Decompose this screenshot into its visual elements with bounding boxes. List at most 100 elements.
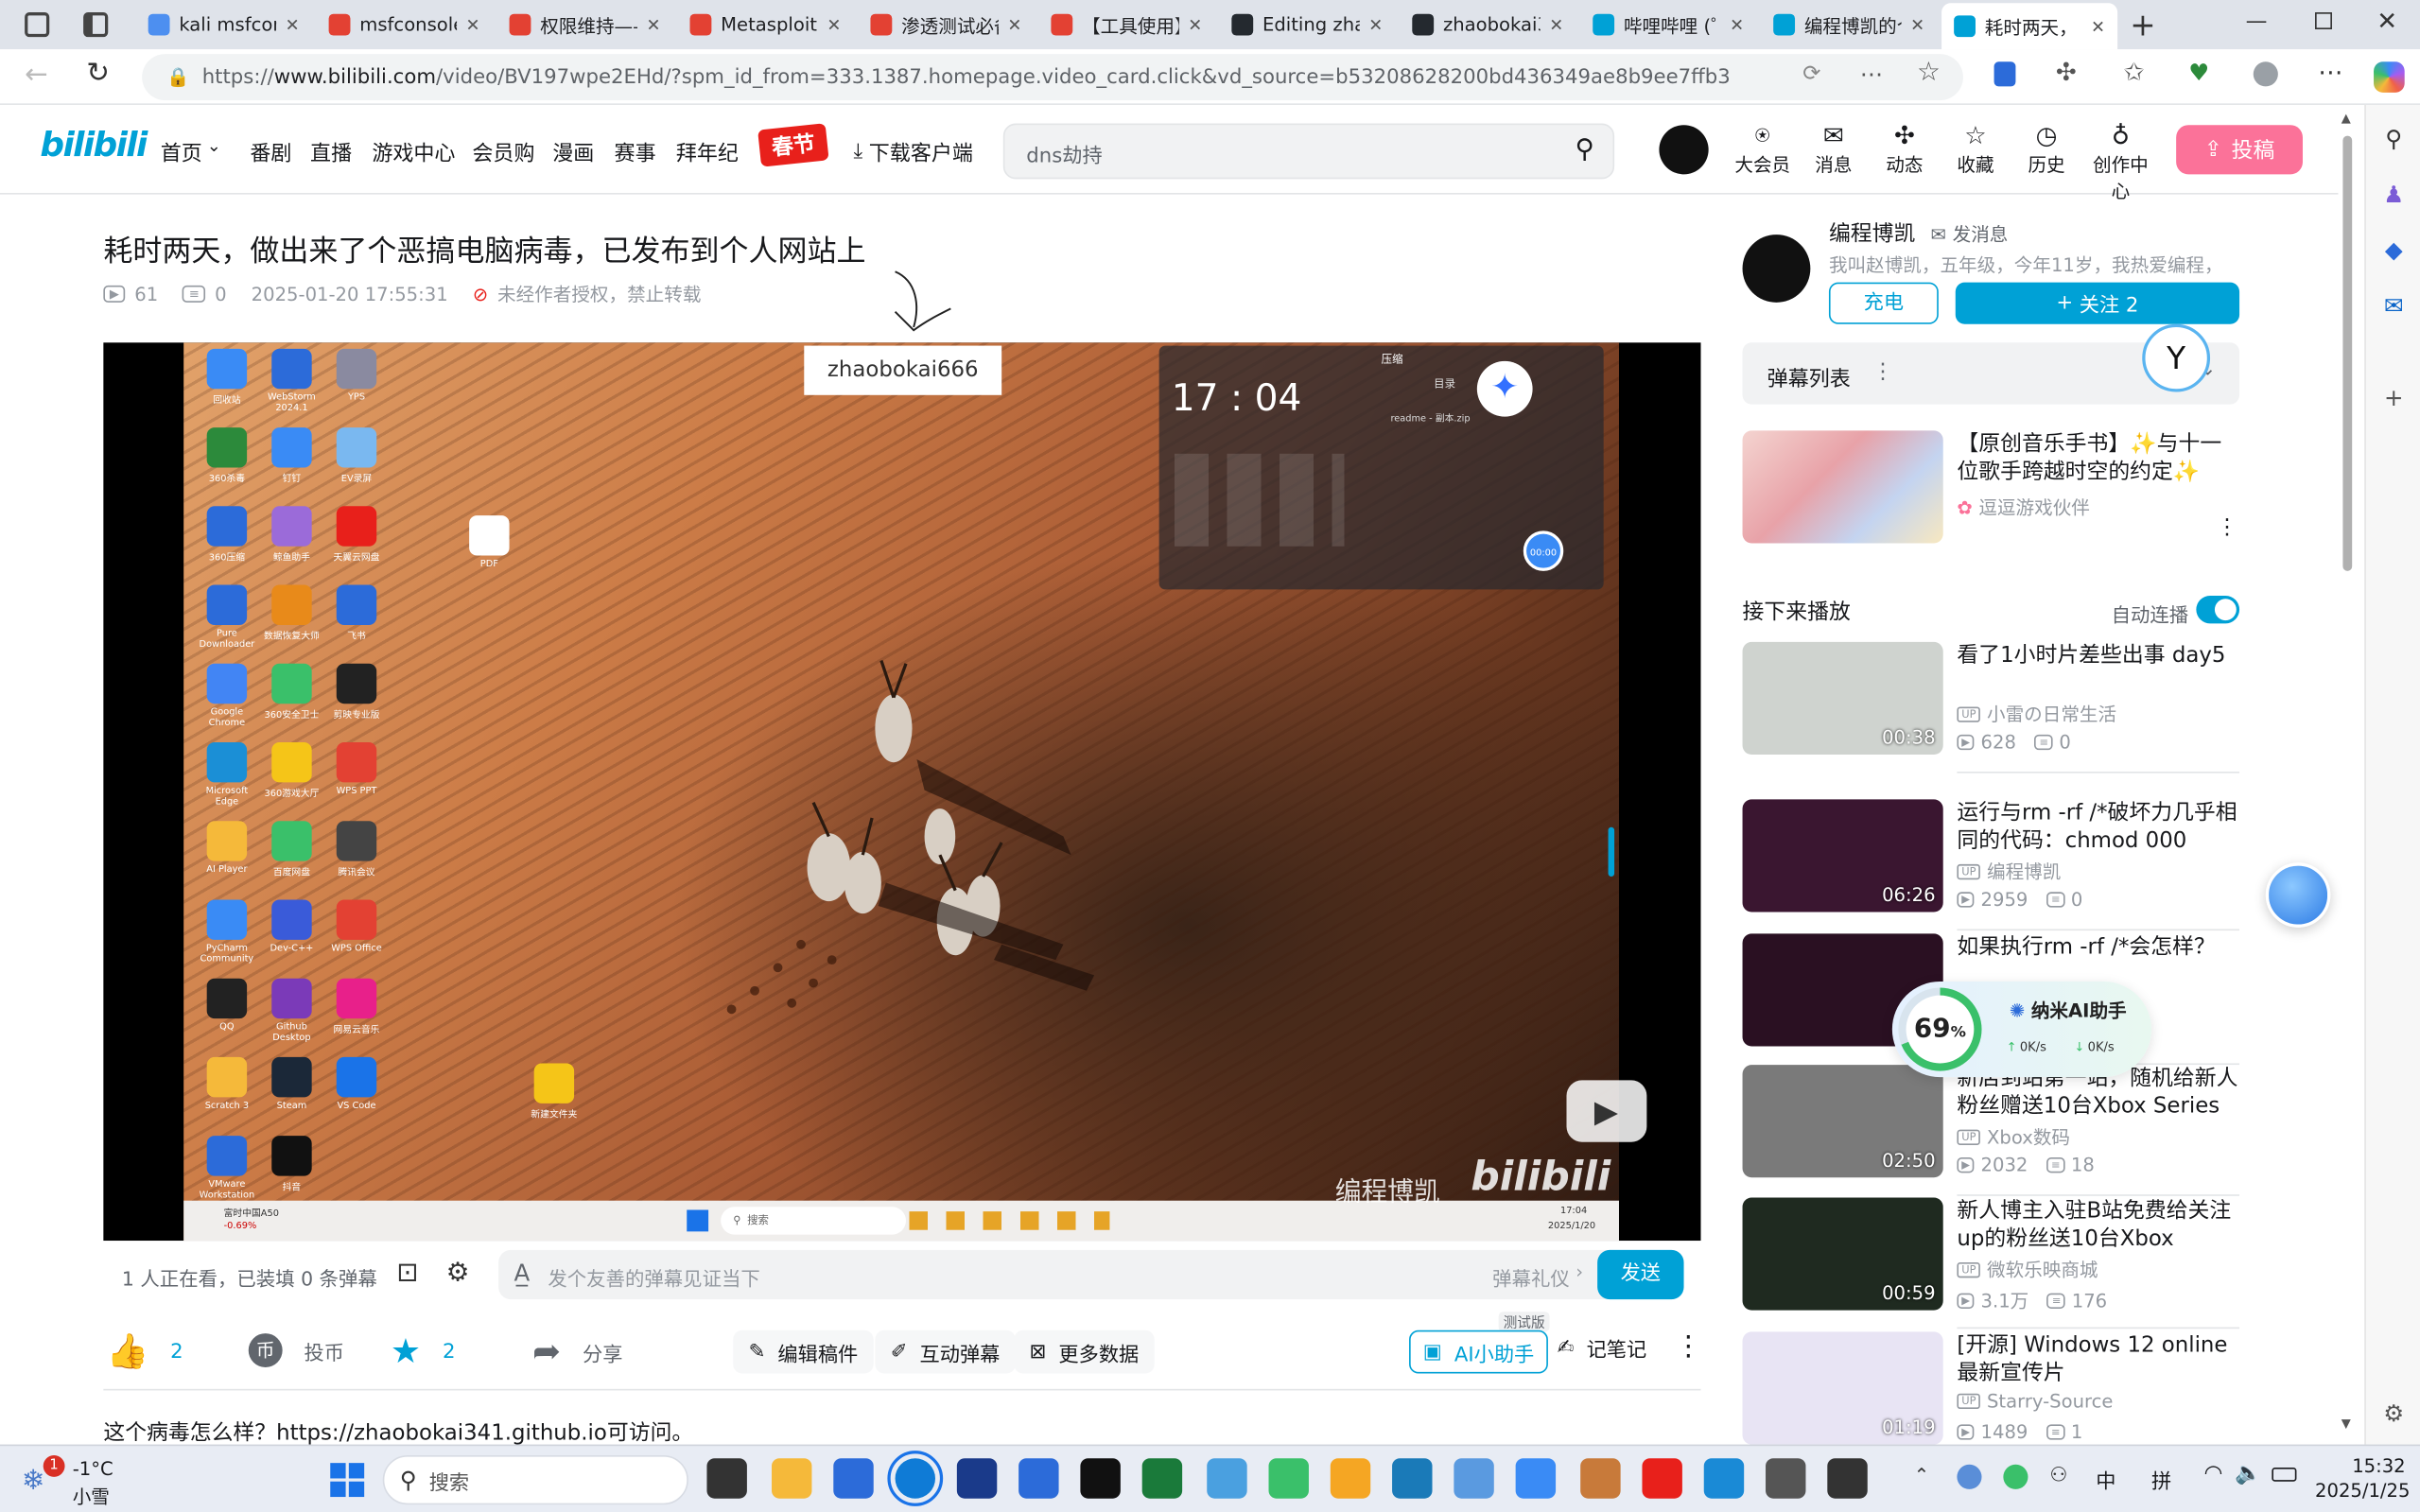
ai-assistant-button[interactable]: ▣ AI小助手	[1409, 1330, 1548, 1374]
clock-date[interactable]: 2025/1/25	[2315, 1480, 2410, 1502]
tab-actions-icon[interactable]	[83, 12, 109, 38]
video-card-uploader[interactable]: UP Xbox数码	[1957, 1123, 2070, 1150]
taskbar-task-view-icon[interactable]	[706, 1458, 747, 1499]
tray-icon-b[interactable]	[2003, 1464, 2028, 1489]
danmaku-input[interactable]: A̲ 发个友善的弹幕见证当下 弹幕礼仪 ›	[498, 1249, 1684, 1300]
tab-close-icon[interactable]: ✕	[466, 15, 480, 35]
video-card-title[interactable]: [开源] Windows 12 online 最新宣传片	[1957, 1331, 2239, 1387]
danmaku-toggle-icon[interactable]: ⊡	[396, 1258, 418, 1289]
festival-badge[interactable]: 春节	[757, 123, 829, 167]
up-next-video-card[interactable]: 01:19 [开源] Windows 12 online 最新宣传片 UP Starr…	[1742, 1331, 2240, 1449]
sidebar-settings-icon[interactable]: ⚙	[2378, 1399, 2410, 1430]
nav-item[interactable]: 游戏中心	[372, 136, 455, 166]
ime-pinyin[interactable]: 拼	[2151, 1465, 2171, 1493]
danmaku-style-icon[interactable]: A̲	[514, 1260, 530, 1287]
scroll-thumb[interactable]	[2342, 135, 2353, 571]
volume-icon[interactable]: 🔈	[2235, 1462, 2261, 1486]
taskbar-remote-icon[interactable]	[1392, 1458, 1433, 1499]
read-aloud-icon[interactable]: ⟳	[1802, 61, 1820, 86]
search-box[interactable]: dns劫持 ⚲	[1002, 123, 1615, 180]
bilibili-logo[interactable]: bilibili	[40, 127, 148, 165]
clock-time[interactable]: 15:32	[2352, 1455, 2405, 1477]
danmaku-list-menu-icon[interactable]: ⋮	[1872, 359, 1894, 384]
tab-close-icon[interactable]: ✕	[827, 15, 841, 35]
search-icon[interactable]: ⚲	[2378, 124, 2410, 155]
taskbar-wps-icon[interactable]	[1642, 1458, 1682, 1499]
taskbar-android-icon[interactable]	[1268, 1458, 1309, 1499]
tab-close-icon[interactable]: ✕	[286, 15, 300, 35]
taskbar-qq-icon[interactable]	[1080, 1458, 1121, 1499]
shopping-icon[interactable]: ◆	[2378, 235, 2410, 266]
browser-tab[interactable]: Editing zhao ✕	[1219, 7, 1395, 43]
extension-shield-icon[interactable]	[1993, 61, 2016, 87]
video-thumbnail[interactable]: 06:26	[1742, 799, 1943, 912]
danmaku-settings-icon[interactable]: ⚙	[446, 1258, 470, 1289]
browser-tab[interactable]: zhaobokai34 ✕	[1400, 7, 1576, 43]
notes-button[interactable]: ✍ 记笔记	[1558, 1333, 1647, 1363]
browser-tab[interactable]: 哔哩哔哩 (゜ ✕	[1580, 7, 1756, 43]
browser-tab[interactable]: msfconsole- ✕	[317, 7, 493, 43]
tab-close-icon[interactable]: ✕	[1730, 15, 1744, 35]
video-card-title[interactable]: 运行与rm -rf /*破坏力几乎相同的代码：chmod 000 /*，...	[1957, 799, 2239, 855]
floating-extension-icon[interactable]: Y	[2142, 323, 2211, 392]
follow-button[interactable]: + 关注 2	[1955, 282, 2240, 324]
video-card-uploader[interactable]: UP Starry-Source	[1957, 1390, 2113, 1412]
browser-tab[interactable]: Metasploit ✕	[677, 7, 853, 43]
video-card-title[interactable]: 新人博主入驻B站免费给关注up的粉丝送10台Xbox Series X	[1957, 1197, 2239, 1253]
tray-icon-c[interactable]: ⚇	[2049, 1465, 2067, 1487]
nav-item[interactable]: 首页	[161, 136, 202, 166]
interactive-danmaku-button[interactable]: ✐ 互动弹幕	[875, 1330, 1016, 1374]
danmaku-send-button[interactable]: 发送	[1597, 1249, 1684, 1300]
nav-item[interactable]: 漫画	[552, 136, 594, 166]
more-tools-icon[interactable]: ⋯	[1860, 61, 1883, 88]
restore-button[interactable]	[2315, 12, 2332, 30]
tab-close-icon[interactable]: ✕	[1188, 15, 1202, 35]
charge-button[interactable]: 充电	[1828, 282, 1939, 324]
new-tab-button[interactable]: +	[2130, 7, 2155, 43]
nav-item[interactable]: 会员购	[472, 136, 534, 166]
page-scrollbar[interactable]: ▲ ▼	[2342, 112, 2354, 1438]
more-actions-icon[interactable]: ⋮	[1675, 1330, 1702, 1363]
up-next-video-card[interactable]: 02:50新店到站第一站，随机给新人粉丝赠送10台Xbox Series XUP…	[1742, 1065, 2240, 1196]
add-sidebar-app-icon[interactable]: +	[2378, 383, 2410, 414]
coin-button[interactable]: 币投币	[248, 1333, 344, 1367]
wifi-icon[interactable]: ◠	[2204, 1462, 2223, 1486]
taskbar-photos-icon[interactable]	[1454, 1458, 1494, 1499]
taskbar-settings-icon[interactable]	[1766, 1458, 1806, 1499]
url-field[interactable]: 🔒 https://www.bilibili.com/video/BV197wp…	[142, 54, 1963, 101]
nano-ai-assistant-widget[interactable]: 69% ✺ 纳米AI助手 ↑ 0K/s ↓ 0K/s	[1891, 981, 2152, 1078]
video-card-uploader[interactable]: UP 小雷の日常生活	[1957, 701, 2116, 727]
taskbar-reader-icon[interactable]	[1330, 1458, 1371, 1499]
more-data-button[interactable]: ⊠ 更多数据	[1014, 1330, 1155, 1374]
taskbar-cloud-icon[interactable]	[1207, 1458, 1247, 1499]
header-dynamic-link[interactable]: ✣ 动态	[1873, 120, 1935, 177]
video-thumbnail[interactable]: 00:38	[1742, 641, 1943, 756]
uploader-avatar[interactable]	[1742, 235, 1811, 303]
weather-widget[interactable]: ❄ 1 -1°C 小雪	[22, 1452, 146, 1507]
tab-close-icon[interactable]: ✕	[1007, 15, 1021, 35]
taskbar-feishu-icon[interactable]	[1018, 1458, 1059, 1499]
upload-button[interactable]: ⇪ 投稿	[2176, 125, 2303, 175]
big-play-button[interactable]: ▶	[1566, 1080, 1647, 1142]
video-thumbnail[interactable]: 02:50	[1742, 1065, 1943, 1178]
browser-tab[interactable]: 【工具使用】 ✕	[1038, 7, 1214, 43]
floating-ball-icon[interactable]	[2265, 862, 2331, 928]
danmaku-etiquette-link[interactable]: 弹幕礼仪	[1492, 1262, 1570, 1292]
start-button[interactable]	[330, 1463, 365, 1498]
taskbar-apps-icon[interactable]	[1515, 1458, 1557, 1499]
nav-item[interactable]: 直播	[310, 136, 352, 166]
search-icon[interactable]: ⚲	[1576, 134, 1594, 165]
taskbar-notepad-icon[interactable]	[833, 1458, 874, 1499]
extensions-icon[interactable]: ✣	[2056, 57, 2077, 86]
browser-essentials-icon[interactable]: ♥	[2188, 59, 2209, 86]
tray-icon-a[interactable]	[1957, 1464, 1982, 1489]
up-next-video-card[interactable]: 06:26 运行与rm -rf /*破坏力几乎相同的代码：chmod 000 /*…	[1742, 799, 2240, 931]
browser-tab[interactable]: 耗时两天， ✕	[1941, 3, 2118, 50]
video-card-uploader[interactable]: UP 微软乐映商城	[1957, 1256, 2098, 1282]
header-favorite-link[interactable]: ☆ 收藏	[1944, 120, 2006, 177]
close-window-button[interactable]: ✕	[2376, 7, 2397, 36]
browser-tab[interactable]: 编程博凯的个 ✕	[1761, 7, 1937, 43]
scroll-down-arrow[interactable]: ▼	[2342, 1416, 2351, 1431]
nav-item[interactable]: 番剧	[250, 136, 291, 166]
taskbar-pycharm-icon[interactable]	[1141, 1458, 1183, 1499]
